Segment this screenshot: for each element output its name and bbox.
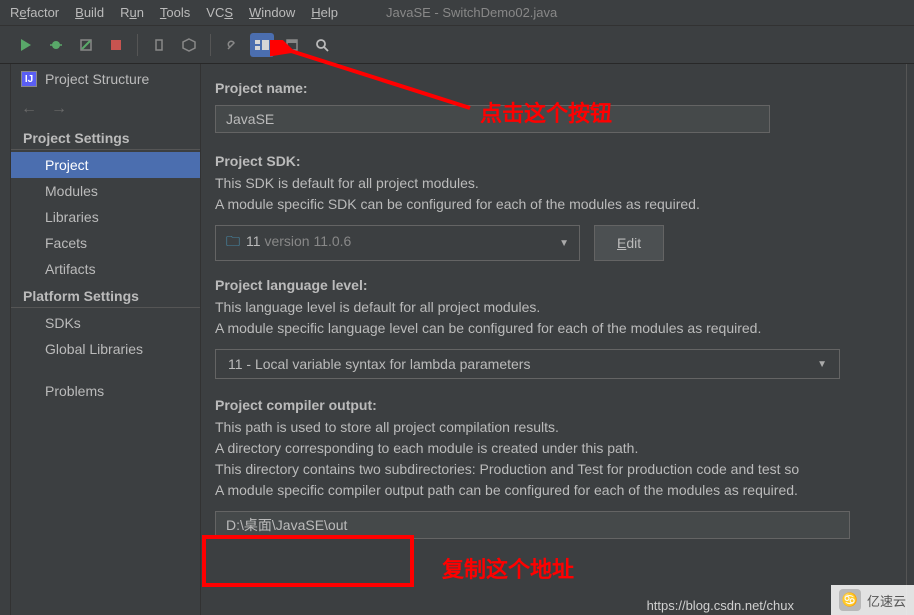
- sdk-desc1: This SDK is default for all project modu…: [215, 173, 914, 194]
- output-desc1: This path is used to store all project c…: [215, 417, 914, 438]
- menu-build[interactable]: Build: [67, 2, 112, 23]
- sidebar-item-problems[interactable]: Problems: [11, 378, 200, 404]
- sidebar-nav: ← →: [11, 94, 200, 124]
- forward-arrow-icon[interactable]: →: [51, 100, 67, 118]
- lang-label: Project language level:: [215, 277, 914, 293]
- search-icon[interactable]: [310, 33, 334, 57]
- edit-button[interactable]: Edit: [594, 225, 664, 261]
- window-title: JavaSE - SwitchDemo02.java: [386, 5, 557, 20]
- wrench-icon[interactable]: [220, 33, 244, 57]
- content-panel: Project name: Project SDK: This SDK is d…: [201, 64, 914, 615]
- footer-url: https://blog.csdn.net/chux: [647, 598, 794, 613]
- section-platform-settings: Platform Settings: [11, 282, 200, 308]
- sidebar: IJ Project Structure ← → Project Setting…: [11, 64, 201, 615]
- menu-help[interactable]: Help: [303, 2, 346, 23]
- right-border: [906, 64, 914, 615]
- new-window-icon[interactable]: [280, 33, 304, 57]
- toolbar: [0, 26, 914, 64]
- sidebar-header: IJ Project Structure: [11, 64, 200, 94]
- language-level-select[interactable]: 11 - Local variable syntax for lambda pa…: [215, 349, 840, 379]
- back-arrow-icon[interactable]: ←: [21, 100, 37, 118]
- stop-icon[interactable]: [104, 33, 128, 57]
- play-icon[interactable]: [14, 33, 38, 57]
- menu-tools[interactable]: Tools: [152, 2, 198, 23]
- watermark-text: 亿速云: [867, 591, 906, 610]
- main-area: IJ Project Structure ← → Project Setting…: [0, 64, 914, 615]
- sdk-desc2: A module specific SDK can be configured …: [215, 194, 914, 215]
- output-desc2: A directory corresponding to each module…: [215, 438, 914, 459]
- output-label: Project compiler output:: [215, 397, 914, 413]
- sidebar-item-global-libraries[interactable]: Global Libraries: [11, 336, 200, 362]
- sidebar-item-project[interactable]: Project: [11, 152, 200, 178]
- lang-desc2: A module specific language level can be …: [215, 318, 914, 339]
- output-path-input[interactable]: [215, 511, 850, 539]
- left-gutter: [0, 64, 11, 615]
- chevron-down-icon: ▼: [559, 238, 569, 249]
- watermark: ♋ 亿速云: [831, 585, 914, 615]
- project-name-input[interactable]: [215, 105, 770, 133]
- attach-icon[interactable]: [147, 33, 171, 57]
- separator: [210, 34, 211, 56]
- menu-run[interactable]: Run: [112, 2, 152, 23]
- sidebar-item-artifacts[interactable]: Artifacts: [11, 256, 200, 282]
- package-icon[interactable]: [177, 33, 201, 57]
- project-name-label: Project name:: [215, 80, 914, 96]
- menubar: Refactor Build Run Tools VCS Window Help…: [0, 0, 914, 26]
- sidebar-item-facets[interactable]: Facets: [11, 230, 200, 256]
- chevron-down-icon: ▼: [817, 359, 827, 370]
- lang-desc1: This language level is default for all p…: [215, 297, 914, 318]
- sdk-select[interactable]: 🗀11 version 11.0.6 ▼: [215, 225, 580, 261]
- output-desc3: This directory contains two subdirectori…: [215, 459, 914, 480]
- watermark-icon: ♋: [839, 589, 861, 611]
- menu-window[interactable]: Window: [241, 2, 303, 23]
- sidebar-item-modules[interactable]: Modules: [11, 178, 200, 204]
- sidebar-item-libraries[interactable]: Libraries: [11, 204, 200, 230]
- sidebar-title: Project Structure: [45, 71, 149, 87]
- output-desc4: A module specific compiler output path c…: [215, 480, 914, 501]
- structure-icon[interactable]: [250, 33, 274, 57]
- ij-icon: IJ: [21, 71, 37, 87]
- coverage-icon[interactable]: [74, 33, 98, 57]
- menu-refactor[interactable]: Refactor: [2, 2, 67, 23]
- folder-icon: 🗀: [226, 233, 240, 249]
- sdk-label: Project SDK:: [215, 153, 914, 169]
- section-project-settings: Project Settings: [11, 124, 200, 150]
- bug-icon[interactable]: [44, 33, 68, 57]
- menu-vcs[interactable]: VCS: [198, 2, 241, 23]
- separator: [137, 34, 138, 56]
- sidebar-item-sdks[interactable]: SDKs: [11, 310, 200, 336]
